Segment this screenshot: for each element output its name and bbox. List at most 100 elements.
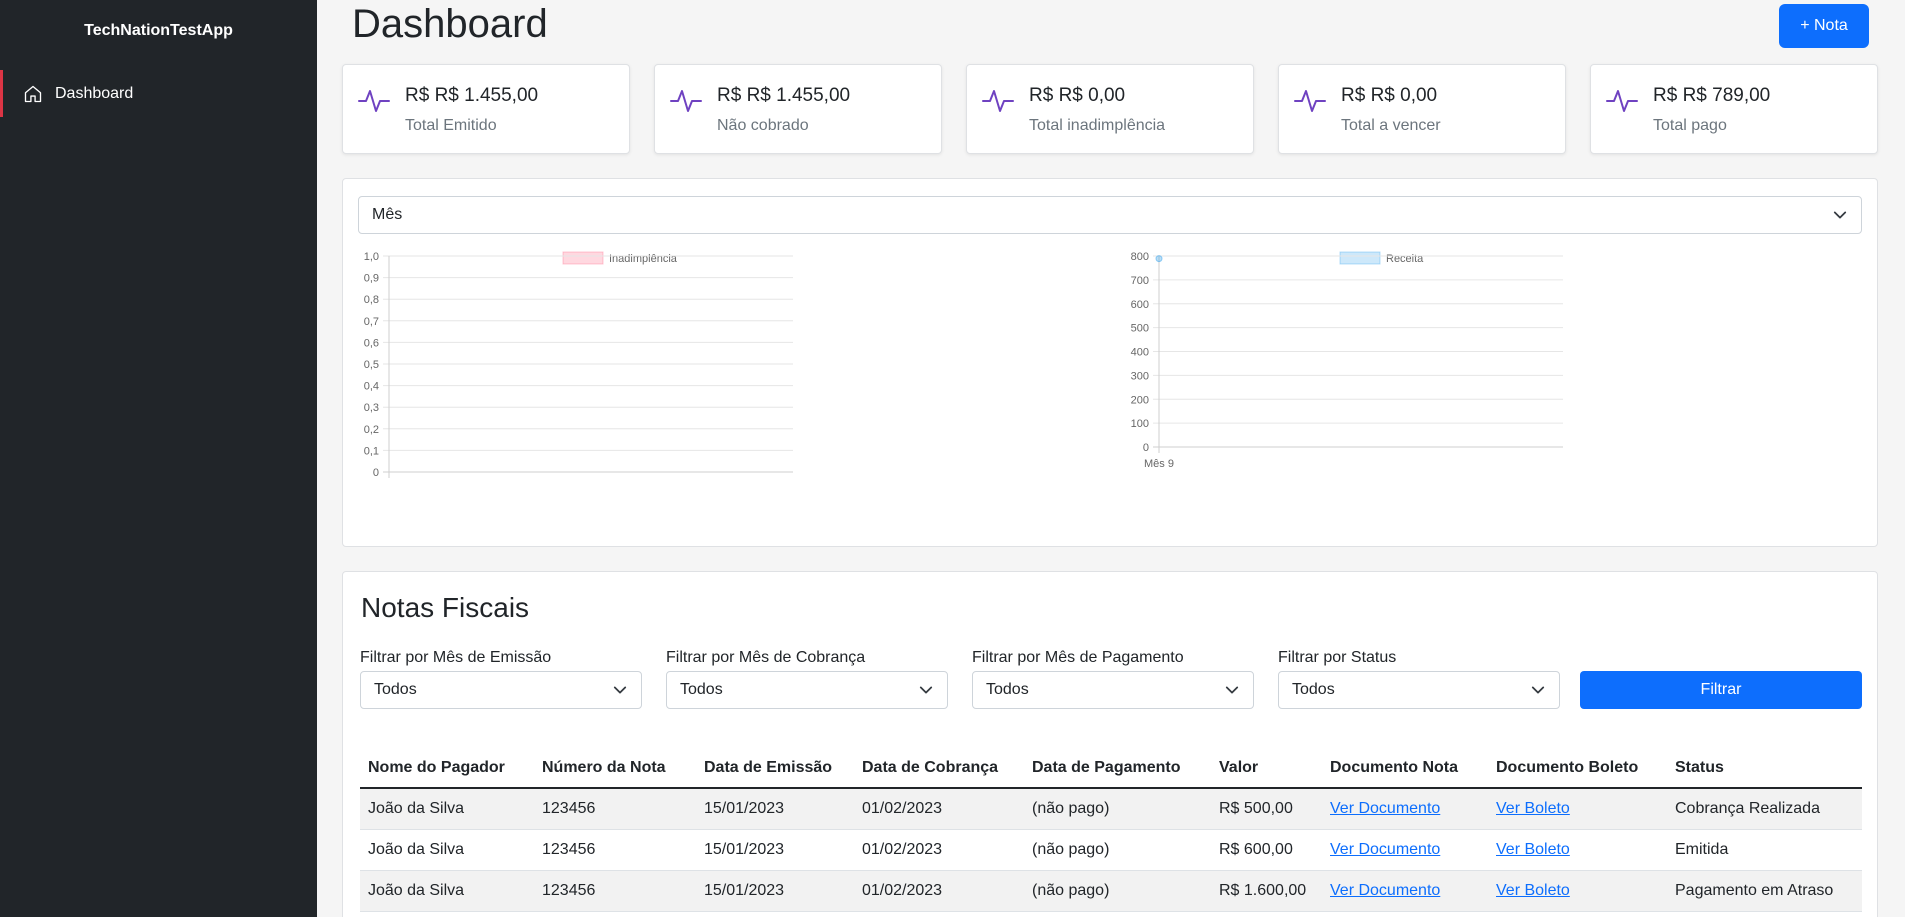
summary-card-total-a-vencer: R$ R$ 0,00 Total a vencer [1278,64,1566,154]
activity-icon [982,90,1014,112]
column-header: Data de Pagamento [1024,749,1211,789]
cell-pagamento: (não pago) [1024,788,1211,830]
legend-label: Inadimplência [609,253,678,265]
legend-label: Receita [1386,253,1424,265]
card-label: Total Emitido [405,117,497,134]
y-tick-label: 1,0 [364,251,379,263]
activity-icon [670,90,702,112]
ver-documento-link[interactable]: Ver Documento [1330,841,1440,858]
chevron-down-icon [1225,686,1239,694]
y-tick-label: 0,7 [364,316,379,328]
table-header-row: Nome do Pagador Número da Nota Data de E… [360,749,1862,789]
card-label: Não cobrado [717,117,809,134]
period-select[interactable]: Mês [358,196,1862,234]
card-label: Total inadimplência [1029,117,1166,134]
section-title: Notas Fiscais [361,592,530,623]
column-header: Data de Cobrança [854,749,1024,789]
cell-documento-boleto: Ver Boleto [1488,788,1667,830]
x-tick-label: Mês 9 [1144,458,1174,470]
cell-cobranca: 01/02/2023 [854,829,1024,871]
cell-cobranca: 01/02/2023 [854,788,1024,830]
ver-documento-link[interactable]: Ver Documento [1330,882,1440,899]
charts-panel: Mês Inadimplência 1,0 0,9 0,8 0,7 0,6 0,5 0,4 0,… [342,178,1878,547]
ver-boleto-link[interactable]: Ver Boleto [1496,800,1570,817]
page-title: Dashboard [352,2,548,46]
cell-valor: R$ 500,00 [1211,788,1322,830]
ver-documento-link[interactable]: Ver Documento [1330,800,1440,817]
y-tick-label: 0,5 [364,359,379,371]
filter-label-pagamento: Filtrar por Mês de Pagamento [972,649,1184,666]
cell-emissao: 15/01/2023 [696,870,854,912]
legend-swatch [1339,251,1381,265]
filter-select-emissao[interactable]: Todos [360,671,642,709]
y-tick-label: 0,6 [364,337,379,349]
chevron-down-icon [919,686,933,694]
summary-card-nao-cobrado: R$ R$ 1.455,00 Não cobrado [654,64,942,154]
cell-pagamento: (não pago) [1024,870,1211,912]
y-tick-label: 100 [1131,418,1149,430]
cell-documento-nota: Ver Documento [1322,870,1488,912]
y-tick-label: 600 [1131,299,1149,311]
summary-card-total-inadimplencia: R$ R$ 0,00 Total inadimplência [966,64,1254,154]
cell-status: Pagamento em Atraso [1667,870,1862,912]
column-header: Nome do Pagador [360,749,534,789]
filter-select-status[interactable]: Todos [1278,671,1560,709]
filter-select-value: Todos [986,681,1029,698]
filter-select-value: Todos [680,681,723,698]
y-tick-label: 800 [1131,251,1149,263]
ver-boleto-link[interactable]: Ver Boleto [1496,882,1570,899]
cell-cobranca: 01/02/2023 [854,870,1024,912]
activity-icon [358,90,390,112]
column-header: Número da Nota [534,749,696,789]
cell-documento-boleto: Ver Boleto [1488,829,1667,871]
period-select-value: Mês [372,206,403,223]
activity-icon [1606,90,1638,112]
column-header: Data de Emissão [696,749,854,789]
new-nota-button[interactable]: + Nota [1779,4,1869,48]
main-content: Dashboard + Nota R$ R$ 1.455,00 Total Em… [317,0,1905,917]
cell-numero: 123456 [534,870,696,912]
sidebar: TechNationTestApp Dashboard [0,0,317,917]
chevron-down-icon [613,686,627,694]
card-value: R$ R$ 1.455,00 [717,85,851,106]
card-label: Total a vencer [1341,117,1441,134]
filter-select-cobranca[interactable]: Todos [666,671,948,709]
column-header: Status [1667,749,1862,789]
filter-select-value: Todos [1292,681,1335,698]
y-tick-label: 0,8 [364,294,379,306]
cell-numero: 123456 [534,829,696,871]
filter-select-pagamento[interactable]: Todos [972,671,1254,709]
ver-boleto-link[interactable]: Ver Boleto [1496,841,1570,858]
card-value: R$ R$ 0,00 [1029,85,1126,106]
sidebar-item-dashboard[interactable]: Dashboard [0,70,317,117]
filter-label-emissao: Filtrar por Mês de Emissão [360,649,552,666]
y-tick-label: 0 [373,467,379,479]
y-tick-label: 200 [1131,394,1149,406]
data-point [1155,255,1163,263]
filter-select-value: Todos [374,681,417,698]
cell-documento-nota: Ver Documento [1322,829,1488,871]
cell-valor: R$ 600,00 [1211,829,1322,871]
notas-fiscais-panel: Notas Fiscais Filtrar por Mês de Emissão… [342,571,1878,917]
y-tick-label: 0,1 [364,445,379,457]
card-value: R$ R$ 1.455,00 [405,85,539,106]
receita-chart: Receita 800 700 600 500 400 300 200 100 0 Mês 9 [1103,244,1663,509]
y-tick-label: 0,2 [364,424,379,436]
y-tick-label: 500 [1131,323,1149,335]
chevron-down-icon [1531,686,1545,694]
column-header: Documento Boleto [1488,749,1667,789]
card-value: R$ R$ 789,00 [1653,85,1771,106]
y-tick-label: 300 [1131,370,1149,382]
app-title: TechNationTestApp [84,22,233,39]
table-row: João da Silva 123456 15/01/2023 01/02/20… [360,829,1862,871]
summary-card-total-emitido: R$ R$ 1.455,00 Total Emitido [342,64,630,154]
cell-pagamento: (não pago) [1024,829,1211,871]
cell-status: Emitida [1667,829,1862,871]
filter-button[interactable]: Filtrar [1580,671,1862,709]
cell-status: Cobrança Realizada [1667,788,1862,830]
summary-card-total-pago: R$ R$ 789,00 Total pago [1590,64,1878,154]
column-header: Valor [1211,749,1322,789]
y-tick-label: 400 [1131,347,1149,359]
card-value: R$ R$ 0,00 [1341,85,1438,106]
filter-label-cobranca: Filtrar por Mês de Cobrança [666,649,866,666]
